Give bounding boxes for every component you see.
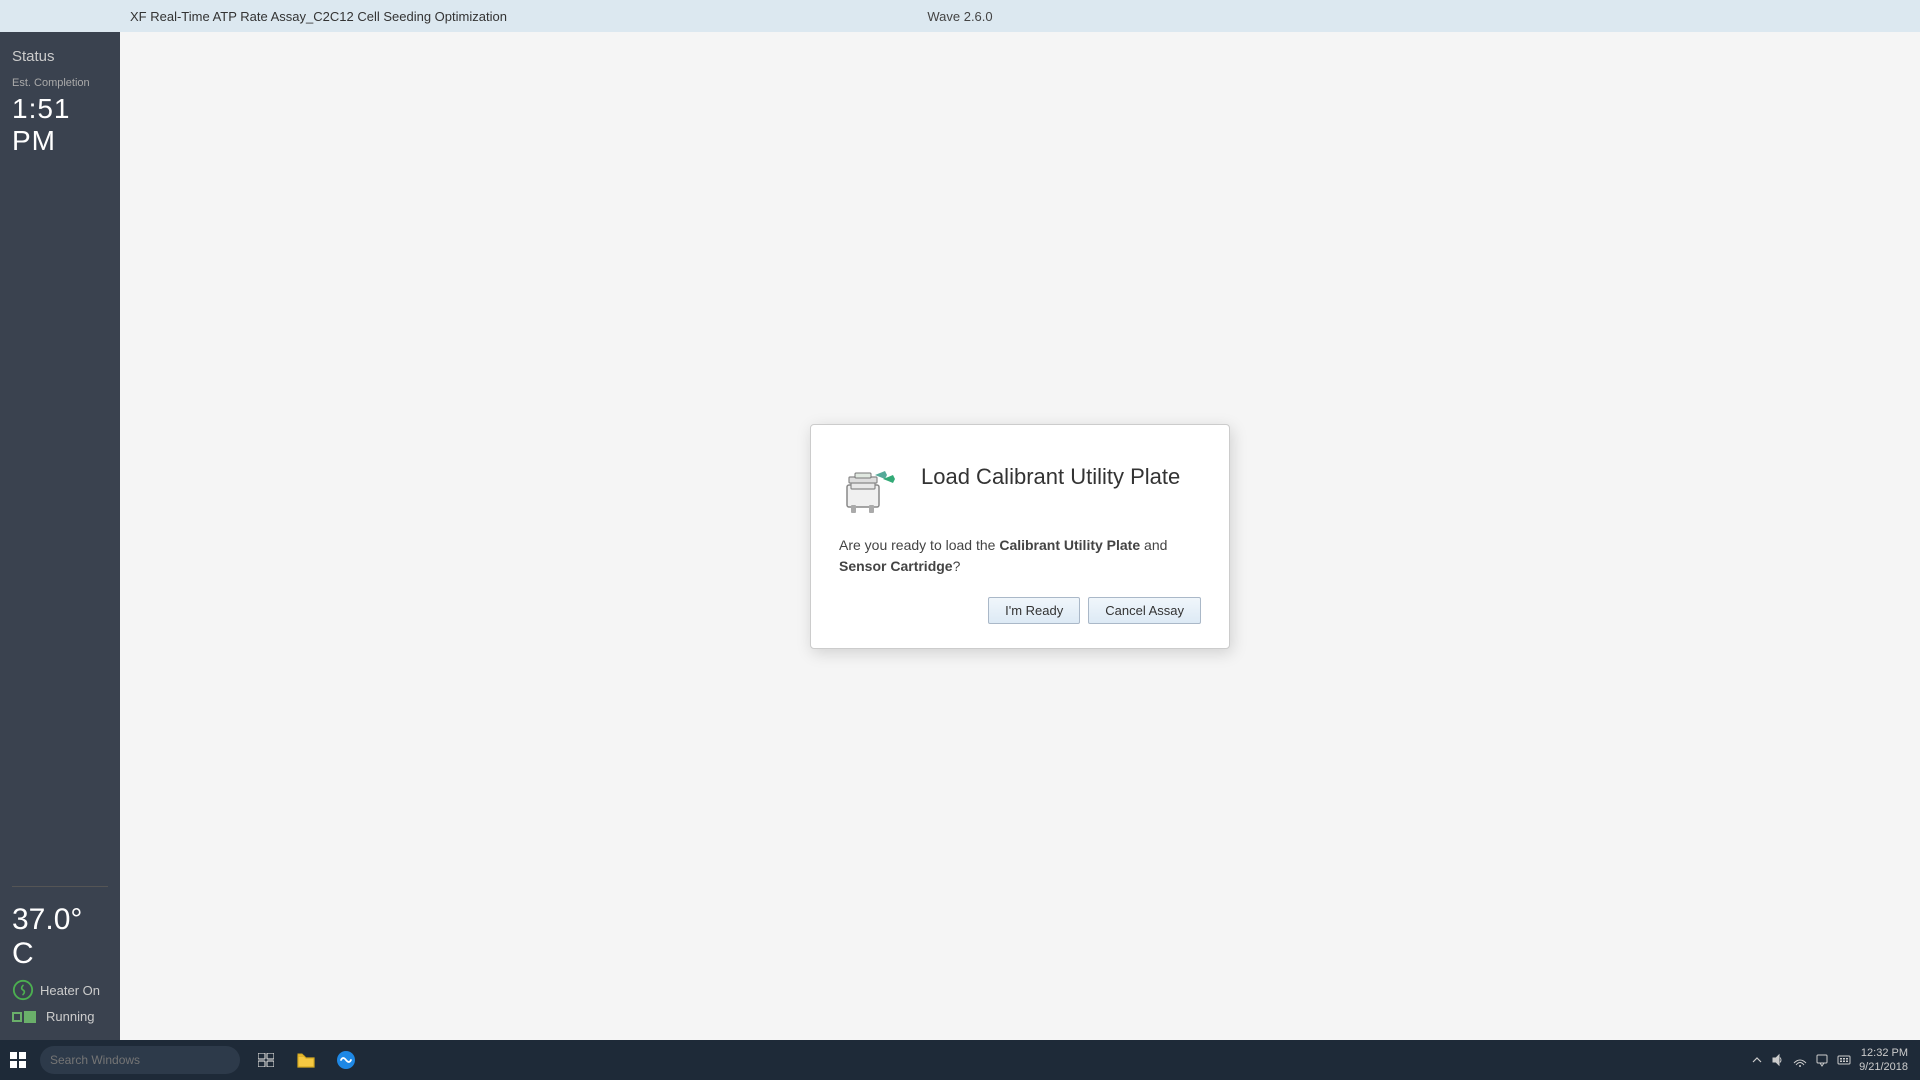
dialog-end-text: ? [953, 558, 961, 574]
task-view-button[interactable] [248, 1042, 284, 1078]
dialog-body-text: Are you ready to load the [839, 537, 999, 553]
app-version: Wave 2.6.0 [927, 9, 992, 24]
chevron-up-icon [1751, 1054, 1763, 1066]
heater-row: Heater On [12, 979, 108, 1001]
file-explorer-button[interactable] [288, 1042, 324, 1078]
dialog-title: Load Calibrant Utility Plate [921, 455, 1180, 492]
dialog-footer: I'm Ready Cancel Assay [839, 597, 1201, 624]
dialog-body: Are you ready to load the Calibrant Util… [839, 535, 1201, 577]
dialog-header: Load Calibrant Utility Plate [839, 455, 1201, 519]
running-label: Running [46, 1009, 94, 1024]
cancel-button[interactable]: Cancel Assay [1088, 597, 1201, 624]
temperature-section: 37.0° C Heater On Running [12, 895, 108, 1024]
taskbar-icons [248, 1042, 364, 1078]
running-square-2 [24, 1011, 36, 1023]
content-area: Load Calibrant Utility Plate Are you rea… [120, 32, 1920, 1040]
clock-date: 9/21/2018 [1859, 1060, 1908, 1074]
network-icon[interactable] [1793, 1053, 1807, 1067]
running-square-1 [12, 1012, 22, 1022]
action-center-icon[interactable] [1815, 1053, 1829, 1067]
search-input[interactable] [40, 1046, 240, 1074]
instrument-icon [839, 455, 903, 519]
dialog-box: Load Calibrant Utility Plate Are you rea… [810, 424, 1230, 649]
dialog-bold1: Calibrant Utility Plate [999, 537, 1140, 553]
window-title: XF Real-Time ATP Rate Assay_C2C12 Cell S… [130, 9, 507, 24]
clock-time: 12:32 PM [1861, 1046, 1908, 1060]
heater-icon [12, 979, 34, 1001]
running-icon [12, 1010, 40, 1024]
sidebar-divider [12, 886, 108, 887]
title-bar: Wave 2.6.0 XF Real-Time ATP Rate Assay_C… [0, 0, 1920, 32]
sidebar: Status Est. Completion 1:51 PM 37.0° C H… [0, 32, 120, 1040]
est-completion-label: Est. Completion [12, 77, 108, 89]
taskbar: 12:32 PM 9/21/2018 [0, 1040, 1920, 1080]
taskbar-system: 12:32 PM 9/21/2018 [1751, 1046, 1920, 1075]
dialog-middle-text: and [1140, 537, 1167, 553]
temperature-value: 37.0° C [12, 903, 108, 971]
wave-app-button[interactable] [328, 1042, 364, 1078]
dialog-bold2: Sensor Cartridge [839, 558, 953, 574]
completion-time: 1:51 PM [12, 93, 108, 157]
status-label: Status [12, 48, 108, 65]
dialog-overlay: Load Calibrant Utility Plate Are you rea… [120, 32, 1920, 1040]
ready-button[interactable]: I'm Ready [988, 597, 1080, 624]
running-row: Running [12, 1009, 108, 1024]
heater-label: Heater On [40, 983, 100, 998]
start-button[interactable] [0, 1042, 36, 1078]
clock: 12:32 PM 9/21/2018 [1859, 1046, 1908, 1075]
keyboard-icon [1837, 1053, 1851, 1067]
volume-icon[interactable] [1771, 1053, 1785, 1067]
main-layout: Status Est. Completion 1:51 PM 37.0° C H… [0, 32, 1920, 1040]
